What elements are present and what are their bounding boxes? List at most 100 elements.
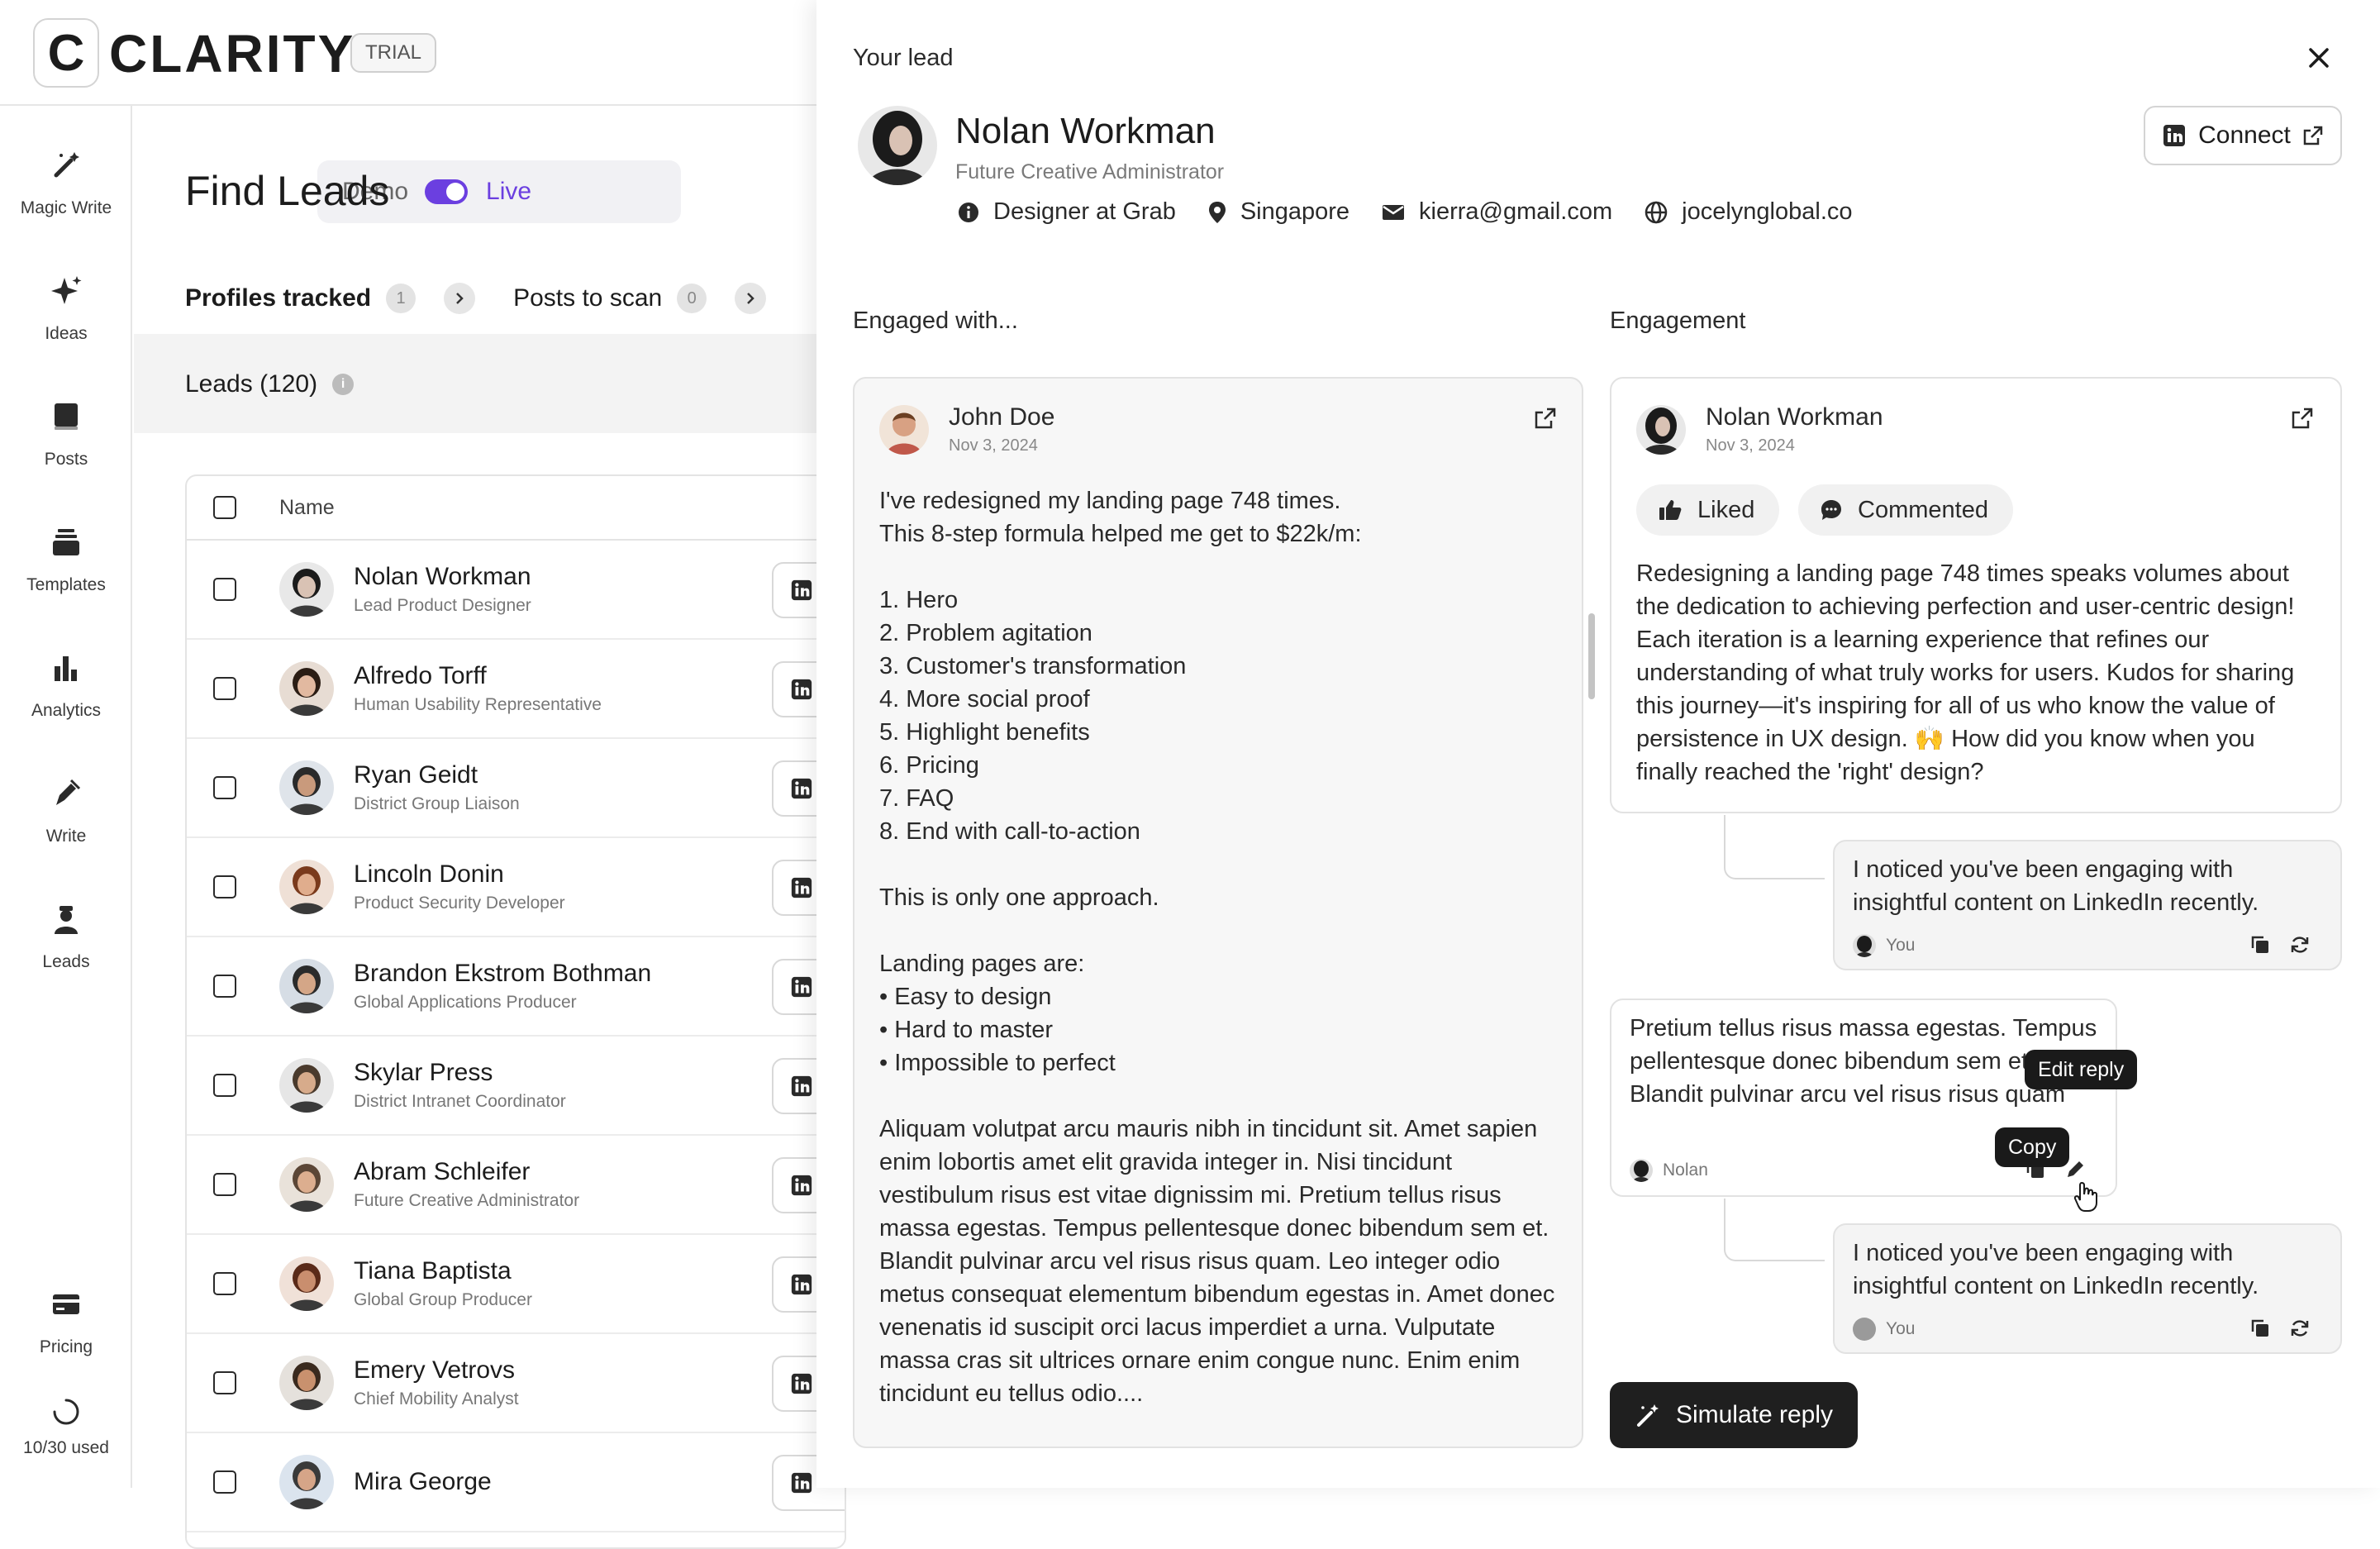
- nav-item-ideas[interactable]: Ideas: [0, 274, 132, 344]
- table-row[interactable]: Skylar Press District Intranet Coordinato…: [187, 1037, 845, 1136]
- table-row[interactable]: Tiana Baptista Global Group Producer: [187, 1235, 845, 1334]
- lead-row-role: District Intranet Coordinator: [354, 1092, 566, 1111]
- regenerate-icon[interactable]: [2289, 934, 2311, 956]
- liked-label: Liked: [1697, 496, 1755, 523]
- select-all-checkbox[interactable]: [213, 496, 236, 519]
- profiles-count-badge: 1: [386, 284, 416, 313]
- info-icon[interactable]: i: [332, 374, 355, 395]
- connect-label: Connect: [2198, 122, 2291, 149]
- close-icon[interactable]: [2304, 43, 2334, 73]
- row-checkbox[interactable]: [213, 776, 236, 799]
- row-checkbox[interactable]: [213, 1470, 236, 1494]
- mail-icon: [1383, 204, 1405, 220]
- row-checkbox[interactable]: [213, 677, 236, 700]
- lead-job-text: Designer at Grab: [993, 198, 1176, 225]
- table-row[interactable]: Nolan Workman Lead Product Designer: [187, 541, 845, 640]
- lead-row-avatar: [279, 661, 334, 716]
- credit-card-icon: [53, 1294, 79, 1314]
- copy-icon[interactable]: [2249, 934, 2271, 956]
- lead-website[interactable]: jocelynglobal.co: [1644, 198, 1853, 226]
- lead-email[interactable]: kierra@gmail.com: [1381, 198, 1612, 226]
- top-bar: C CLARITY TRIAL: [0, 0, 818, 106]
- nav-item-magic-write[interactable]: Magic Write: [0, 149, 132, 218]
- tab-profiles-tracked[interactable]: Profiles tracked: [185, 284, 371, 312]
- nav-item-templates[interactable]: Templates: [0, 526, 132, 595]
- lead-row-info: Alfredo Torff Human Usability Representat…: [354, 662, 602, 715]
- globe-icon: [1645, 201, 1668, 223]
- row-checkbox[interactable]: [213, 1272, 236, 1295]
- row-checkbox[interactable]: [213, 578, 236, 601]
- tab-posts-to-scan[interactable]: Posts to scan: [513, 284, 662, 312]
- location-pin-icon: [1208, 201, 1226, 223]
- row-checkbox[interactable]: [213, 975, 236, 998]
- table-row[interactable]: Abram Schleifer Future Creative Administr…: [187, 1136, 845, 1235]
- profiles-next-button[interactable]: [444, 283, 476, 314]
- row-checkbox[interactable]: [213, 1173, 236, 1196]
- table-row[interactable]: Lincoln Donin Product Security Developer: [187, 838, 845, 937]
- row-checkbox[interactable]: [213, 1371, 236, 1394]
- row-checkbox[interactable]: [213, 875, 236, 898]
- table-header: Name: [187, 476, 845, 541]
- edit-reply-tooltip: Edit reply: [2025, 1050, 2138, 1089]
- nav-item-leads[interactable]: Leads: [0, 903, 132, 972]
- nav-label: Posts: [44, 450, 88, 469]
- engagement-author-name: Nolan Workman: [1706, 403, 1883, 431]
- lead-row-info: Abram Schleifer Future Creative Administr…: [354, 1158, 579, 1211]
- pen-icon: [56, 779, 81, 805]
- table-row[interactable]: Mira George: [187, 1433, 845, 1532]
- lead-row-name: Brandon Ekstrom Bothman: [354, 960, 652, 987]
- page-title: Find Leads: [185, 168, 390, 214]
- nav-label: Magic Write: [20, 198, 112, 217]
- logo-mark: C: [33, 18, 99, 88]
- regenerate-icon[interactable]: [2289, 1318, 2311, 1339]
- lead-panel: Your lead Nolan Workman Future Creative …: [816, 0, 2380, 1488]
- post-header: John Doe Nov 3, 2024: [879, 403, 1054, 455]
- copy-icon[interactable]: [2249, 1318, 2271, 1339]
- table-row[interactable]: Emery Vetrovs Chief Mobility Analyst: [187, 1334, 845, 1433]
- nav-item-write[interactable]: Write: [0, 777, 132, 846]
- thread-connector: [1724, 1199, 1825, 1261]
- lead-row-role: Future Creative Administrator: [354, 1191, 580, 1210]
- nav-item-posts[interactable]: Posts: [0, 400, 132, 469]
- sparkles-icon: [51, 276, 82, 304]
- engaged-post-card: John Doe Nov 3, 2024 I've redesigned my …: [853, 377, 1595, 1448]
- leads-bar: Leads (120) i: [134, 334, 818, 433]
- lead-row-avatar: [279, 760, 334, 815]
- commented-label: Commented: [1858, 496, 1988, 523]
- lead-row-name: Abram Schleifer: [354, 1158, 531, 1185]
- lead-row-name: Skylar Press: [354, 1059, 493, 1086]
- nav-item-analytics[interactable]: Analytics: [0, 651, 132, 721]
- row-checkbox[interactable]: [213, 1074, 236, 1097]
- connect-button[interactable]: Connect: [2144, 106, 2342, 165]
- table-row[interactable]: Ryan Geidt District Group Liaison: [187, 739, 845, 838]
- lead-row-info: Skylar Press District Intranet Coordinato…: [354, 1059, 566, 1112]
- magic-wand-icon: [54, 152, 79, 178]
- lead-row-info: Brandon Ekstrom Bothman Global Applicatio…: [354, 960, 651, 1013]
- linkedin-icon: [791, 1075, 812, 1097]
- logo-letter: C: [47, 24, 85, 82]
- engagement-comment: Redesigning a landing page 748 times spe…: [1636, 560, 2295, 785]
- thread-connector: [1724, 815, 1825, 879]
- app: C CLARITY TRIAL Magic Write Ideas Posts …: [0, 0, 2380, 1549]
- nav-item-pricing[interactable]: Pricing: [0, 1288, 132, 1357]
- table-row[interactable]: Alfredo Torff Human Usability Representat…: [187, 640, 845, 739]
- lead-row-name: Nolan Workman: [354, 563, 531, 590]
- thumbs-up-icon: [1659, 500, 1682, 520]
- demo-live-toggle[interactable]: [425, 179, 469, 204]
- linkedin-icon: [791, 976, 812, 998]
- nav-label: Pricing: [39, 1337, 93, 1356]
- nav-label: Leads: [42, 952, 90, 971]
- engaged-with-heading: Engaged with...: [853, 307, 1018, 334]
- lead-row-avatar: [279, 959, 334, 1013]
- person-icon: [55, 906, 78, 934]
- lead-row-role: Lead Product Designer: [354, 596, 531, 615]
- external-link-icon[interactable]: [2291, 407, 2314, 430]
- lead-row-info: Lincoln Donin Product Security Developer: [354, 860, 565, 913]
- lead-row-info: Nolan Workman Lead Product Designer: [354, 563, 531, 616]
- table-row[interactable]: Brandon Ekstrom Bothman Global Applicatio…: [187, 937, 845, 1037]
- external-link-icon[interactable]: [1534, 407, 1557, 430]
- posts-next-button[interactable]: [735, 283, 767, 314]
- simulate-reply-button[interactable]: Simulate reply: [1610, 1382, 1858, 1448]
- lead-meta: Designer at Grab Singapore kierra@gmail.…: [957, 198, 1884, 226]
- post-scrollbar[interactable]: [1588, 613, 1595, 699]
